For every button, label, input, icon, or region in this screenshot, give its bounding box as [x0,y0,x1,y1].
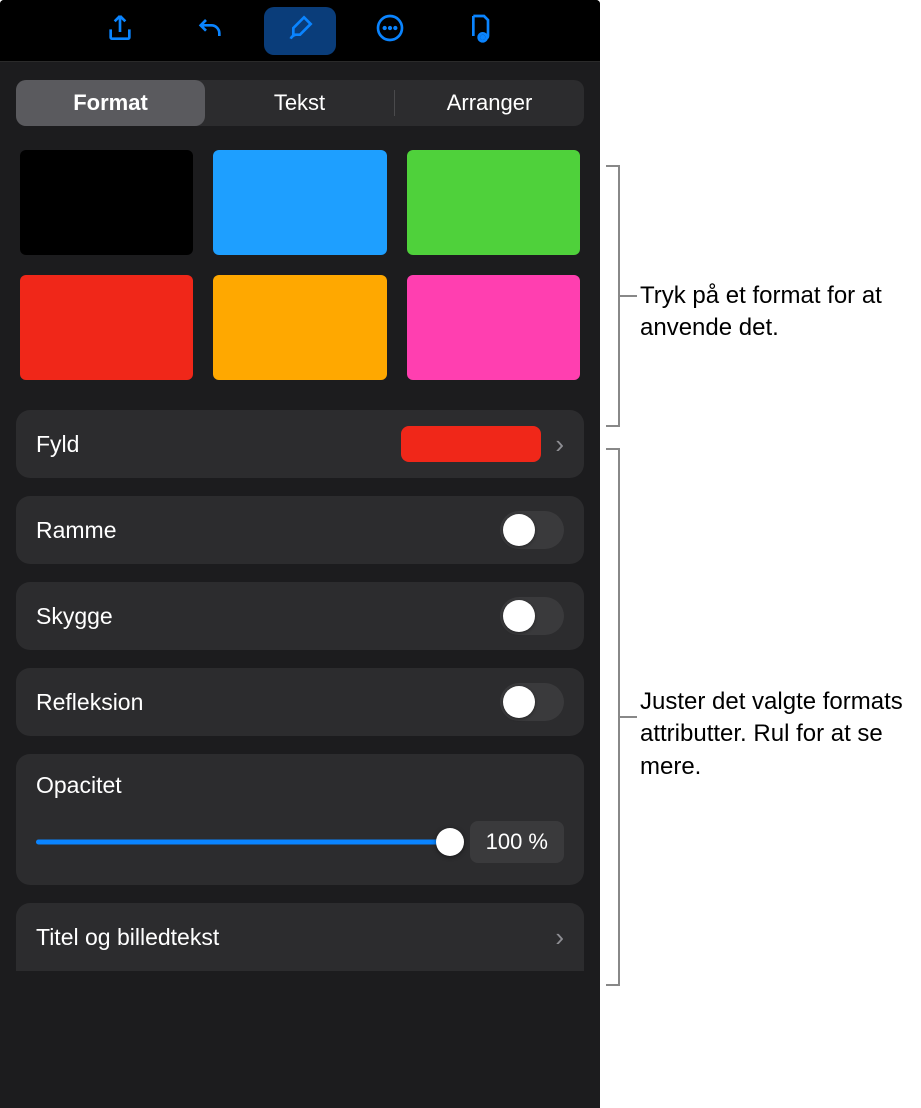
border-row: Ramme [16,496,584,564]
bracket-top [606,165,620,427]
fill-color-chip [401,426,541,462]
shadow-row: Skygge [16,582,584,650]
style-swatch-orange[interactable] [213,275,386,380]
slider-thumb[interactable] [436,828,464,856]
opacity-label: Opacitet [36,772,564,799]
share-button[interactable] [84,7,156,55]
format-brush-button[interactable] [264,7,336,55]
style-swatch-blue[interactable] [213,150,386,255]
opacity-value[interactable]: 100 % [470,821,564,863]
share-icon [104,12,136,49]
undo-button[interactable] [174,7,246,55]
bracket-line [619,716,637,718]
caption-label: Titel og billedtekst [36,924,541,951]
tab-bar: Format Tekst Arranger [16,80,584,126]
opacity-slider[interactable] [36,828,450,856]
callout-top: Tryk på et format for at anvende det. [640,280,920,345]
more-icon [374,12,406,49]
reflection-row: Refleksion [16,668,584,736]
fill-label: Fyld [36,431,401,458]
bracket-bottom [606,448,620,986]
chevron-right-icon: › [555,922,564,953]
undo-icon [194,12,226,49]
caption-row[interactable]: Titel og billedtekst › [16,903,584,971]
reflection-label: Refleksion [36,689,500,716]
style-swatch-red[interactable] [20,275,193,380]
more-button[interactable] [354,7,426,55]
callout-bottom: Juster det valgte formats attributter. R… [640,686,920,783]
style-swatch-pink[interactable] [407,275,580,380]
border-toggle[interactable] [500,511,564,549]
shadow-label: Skygge [36,603,500,630]
toolbar [0,0,600,62]
device-panel: Format Tekst Arranger Fyld › Ramme [0,0,600,1108]
style-swatch-black[interactable] [20,150,193,255]
tab-format[interactable]: Format [16,80,205,126]
reflection-toggle[interactable] [500,683,564,721]
callout-area: Tryk på et format for at anvende det. Ju… [600,0,921,1108]
format-panel: Format Tekst Arranger Fyld › Ramme [0,62,600,1108]
toggle-knob [503,600,535,632]
tab-arrange[interactable]: Arranger [395,80,584,126]
style-swatch-grid [16,146,584,390]
document-eye-icon [464,12,496,49]
toggle-knob [503,686,535,718]
brush-icon [284,12,316,49]
toggle-knob [503,514,535,546]
style-swatch-green[interactable] [407,150,580,255]
shadow-toggle[interactable] [500,597,564,635]
chevron-right-icon: › [555,429,564,460]
bracket-line [619,295,637,297]
tab-text[interactable]: Tekst [205,80,394,126]
present-button[interactable] [444,7,516,55]
opacity-block: Opacitet 100 % [16,754,584,885]
border-label: Ramme [36,517,500,544]
fill-row[interactable]: Fyld › [16,410,584,478]
slider-fill [36,840,450,845]
